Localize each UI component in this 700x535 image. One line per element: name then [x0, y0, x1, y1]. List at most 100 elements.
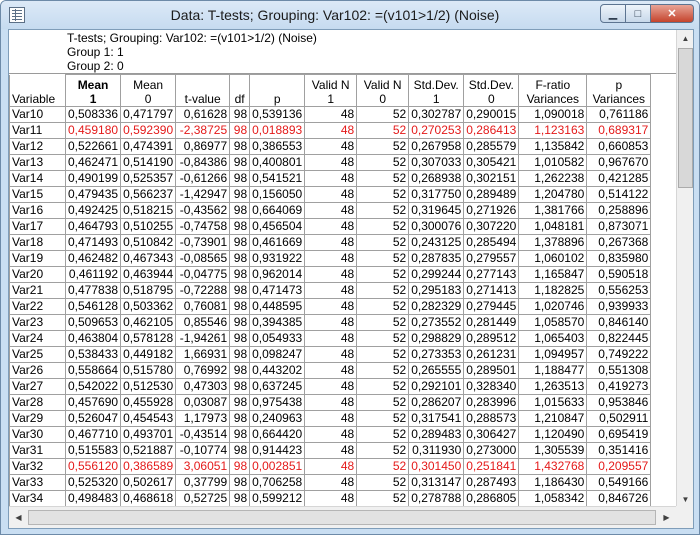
- table-cell[interactable]: 0,822445: [586, 330, 652, 347]
- table-cell[interactable]: 0,287493: [463, 474, 520, 491]
- table-cell[interactable]: 0,279445: [463, 298, 520, 315]
- table-cell[interactable]: 0,459180: [64, 122, 122, 139]
- table-cell[interactable]: 0,76081: [175, 298, 231, 315]
- table-cell[interactable]: 48: [304, 474, 358, 491]
- table-cell[interactable]: 98: [229, 330, 251, 347]
- table-cell[interactable]: 1,094957: [518, 346, 588, 363]
- horizontal-scrollbar[interactable]: ◀ ▶: [9, 506, 677, 528]
- table-cell[interactable]: -1,42947: [175, 186, 231, 203]
- row-header[interactable]: Var10: [9, 106, 66, 123]
- table-cell[interactable]: 0,512530: [120, 378, 177, 395]
- table-cell[interactable]: 48: [304, 410, 358, 427]
- table-cell[interactable]: 0,288573: [463, 410, 520, 427]
- table-cell[interactable]: 98: [229, 314, 251, 331]
- table-cell[interactable]: 52: [356, 458, 410, 475]
- table-cell[interactable]: 0,285494: [463, 234, 520, 251]
- table-cell[interactable]: 0,479435: [64, 186, 122, 203]
- close-button[interactable]: ✕: [651, 4, 694, 23]
- table-cell[interactable]: 98: [229, 474, 251, 491]
- table-cell[interactable]: -0,43562: [175, 202, 231, 219]
- table-cell[interactable]: 48: [304, 266, 358, 283]
- table-cell[interactable]: 52: [356, 330, 410, 347]
- table-cell[interactable]: 0,351416: [586, 442, 652, 459]
- table-cell[interactable]: 98: [229, 154, 251, 171]
- table-cell[interactable]: 3,06051: [175, 458, 231, 475]
- table-cell[interactable]: 0,268938: [408, 170, 465, 187]
- table-cell[interactable]: 0,508336: [64, 106, 122, 123]
- table-cell[interactable]: 0,492425: [64, 202, 122, 219]
- table-cell[interactable]: 0,386589: [120, 458, 177, 475]
- table-cell[interactable]: 52: [356, 266, 410, 283]
- table-cell[interactable]: 0,461669: [249, 234, 306, 251]
- table-cell[interactable]: 0,462105: [120, 314, 177, 331]
- minimize-button[interactable]: ▁: [600, 4, 626, 23]
- table-cell[interactable]: 1,188477: [518, 362, 588, 379]
- row-header[interactable]: Var11: [9, 122, 66, 139]
- table-cell[interactable]: -2,38725: [175, 122, 231, 139]
- table-cell[interactable]: 0,85546: [175, 314, 231, 331]
- table-cell[interactable]: 98: [229, 346, 251, 363]
- column-header-std-dev-1[interactable]: Std.Dev. 1: [408, 74, 465, 107]
- table-cell[interactable]: 0,448595: [249, 298, 306, 315]
- table-cell[interactable]: 1,381766: [518, 202, 588, 219]
- table-cell[interactable]: -0,72288: [175, 282, 231, 299]
- table-cell[interactable]: 0,518215: [120, 202, 177, 219]
- table-cell[interactable]: 0,538433: [64, 346, 122, 363]
- table-cell[interactable]: 0,967670: [586, 154, 652, 171]
- table-cell[interactable]: 1,378896: [518, 234, 588, 251]
- table-cell[interactable]: 0,61628: [175, 106, 231, 123]
- table-cell[interactable]: 48: [304, 426, 358, 443]
- table-cell[interactable]: 1,165847: [518, 266, 588, 283]
- table-cell[interactable]: 52: [356, 122, 410, 139]
- table-cell[interactable]: 98: [229, 122, 251, 139]
- table-cell[interactable]: 1,182825: [518, 282, 588, 299]
- table-cell[interactable]: 0,273000: [463, 442, 520, 459]
- table-cell[interactable]: 52: [356, 202, 410, 219]
- table-cell[interactable]: 0,931922: [249, 250, 306, 267]
- column-header-std-dev-0[interactable]: Std.Dev. 0: [463, 74, 520, 107]
- table-cell[interactable]: 0,549166: [586, 474, 652, 491]
- table-cell[interactable]: 98: [229, 410, 251, 427]
- table-cell[interactable]: 98: [229, 250, 251, 267]
- table-cell[interactable]: 0,86977: [175, 138, 231, 155]
- table-cell[interactable]: 0,443202: [249, 362, 306, 379]
- table-cell[interactable]: 0,282329: [408, 298, 465, 315]
- table-cell[interactable]: 0,468618: [120, 490, 177, 507]
- table-cell[interactable]: 98: [229, 378, 251, 395]
- table-cell[interactable]: 0,386553: [249, 138, 306, 155]
- table-cell[interactable]: 98: [229, 298, 251, 315]
- table-cell[interactable]: 0,273353: [408, 346, 465, 363]
- table-cell[interactable]: 1,262238: [518, 170, 588, 187]
- row-header[interactable]: Var14: [9, 170, 66, 187]
- table-cell[interactable]: 0,156050: [249, 186, 306, 203]
- table-cell[interactable]: 0,289489: [463, 186, 520, 203]
- table-cell[interactable]: 0,306427: [463, 426, 520, 443]
- table-cell[interactable]: 0,510255: [120, 218, 177, 235]
- table-cell[interactable]: 0,270253: [408, 122, 465, 139]
- table-cell[interactable]: 52: [356, 362, 410, 379]
- table-cell[interactable]: 0,525357: [120, 170, 177, 187]
- table-cell[interactable]: 52: [356, 346, 410, 363]
- table-cell[interactable]: 0,873071: [586, 218, 652, 235]
- table-cell[interactable]: 48: [304, 330, 358, 347]
- table-cell[interactable]: 52: [356, 378, 410, 395]
- table-cell[interactable]: 0,689317: [586, 122, 652, 139]
- table-cell[interactable]: 0,271926: [463, 202, 520, 219]
- table-cell[interactable]: 52: [356, 410, 410, 427]
- table-cell[interactable]: 0,510842: [120, 234, 177, 251]
- table-cell[interactable]: 48: [304, 170, 358, 187]
- row-header[interactable]: Var16: [9, 202, 66, 219]
- table-cell[interactable]: 0,302787: [408, 106, 465, 123]
- row-header[interactable]: Var12: [9, 138, 66, 155]
- table-cell[interactable]: -1,94261: [175, 330, 231, 347]
- table-cell[interactable]: 52: [356, 314, 410, 331]
- table-cell[interactable]: 0,278788: [408, 490, 465, 507]
- table-cell[interactable]: 0,267368: [586, 234, 652, 251]
- table-cell[interactable]: 0,311930: [408, 442, 465, 459]
- table-cell[interactable]: 52: [356, 250, 410, 267]
- table-cell[interactable]: 0,281449: [463, 314, 520, 331]
- table-cell[interactable]: 0,76992: [175, 362, 231, 379]
- table-cell[interactable]: 52: [356, 170, 410, 187]
- row-header[interactable]: Var30: [9, 426, 66, 443]
- table-cell[interactable]: 0,265555: [408, 362, 465, 379]
